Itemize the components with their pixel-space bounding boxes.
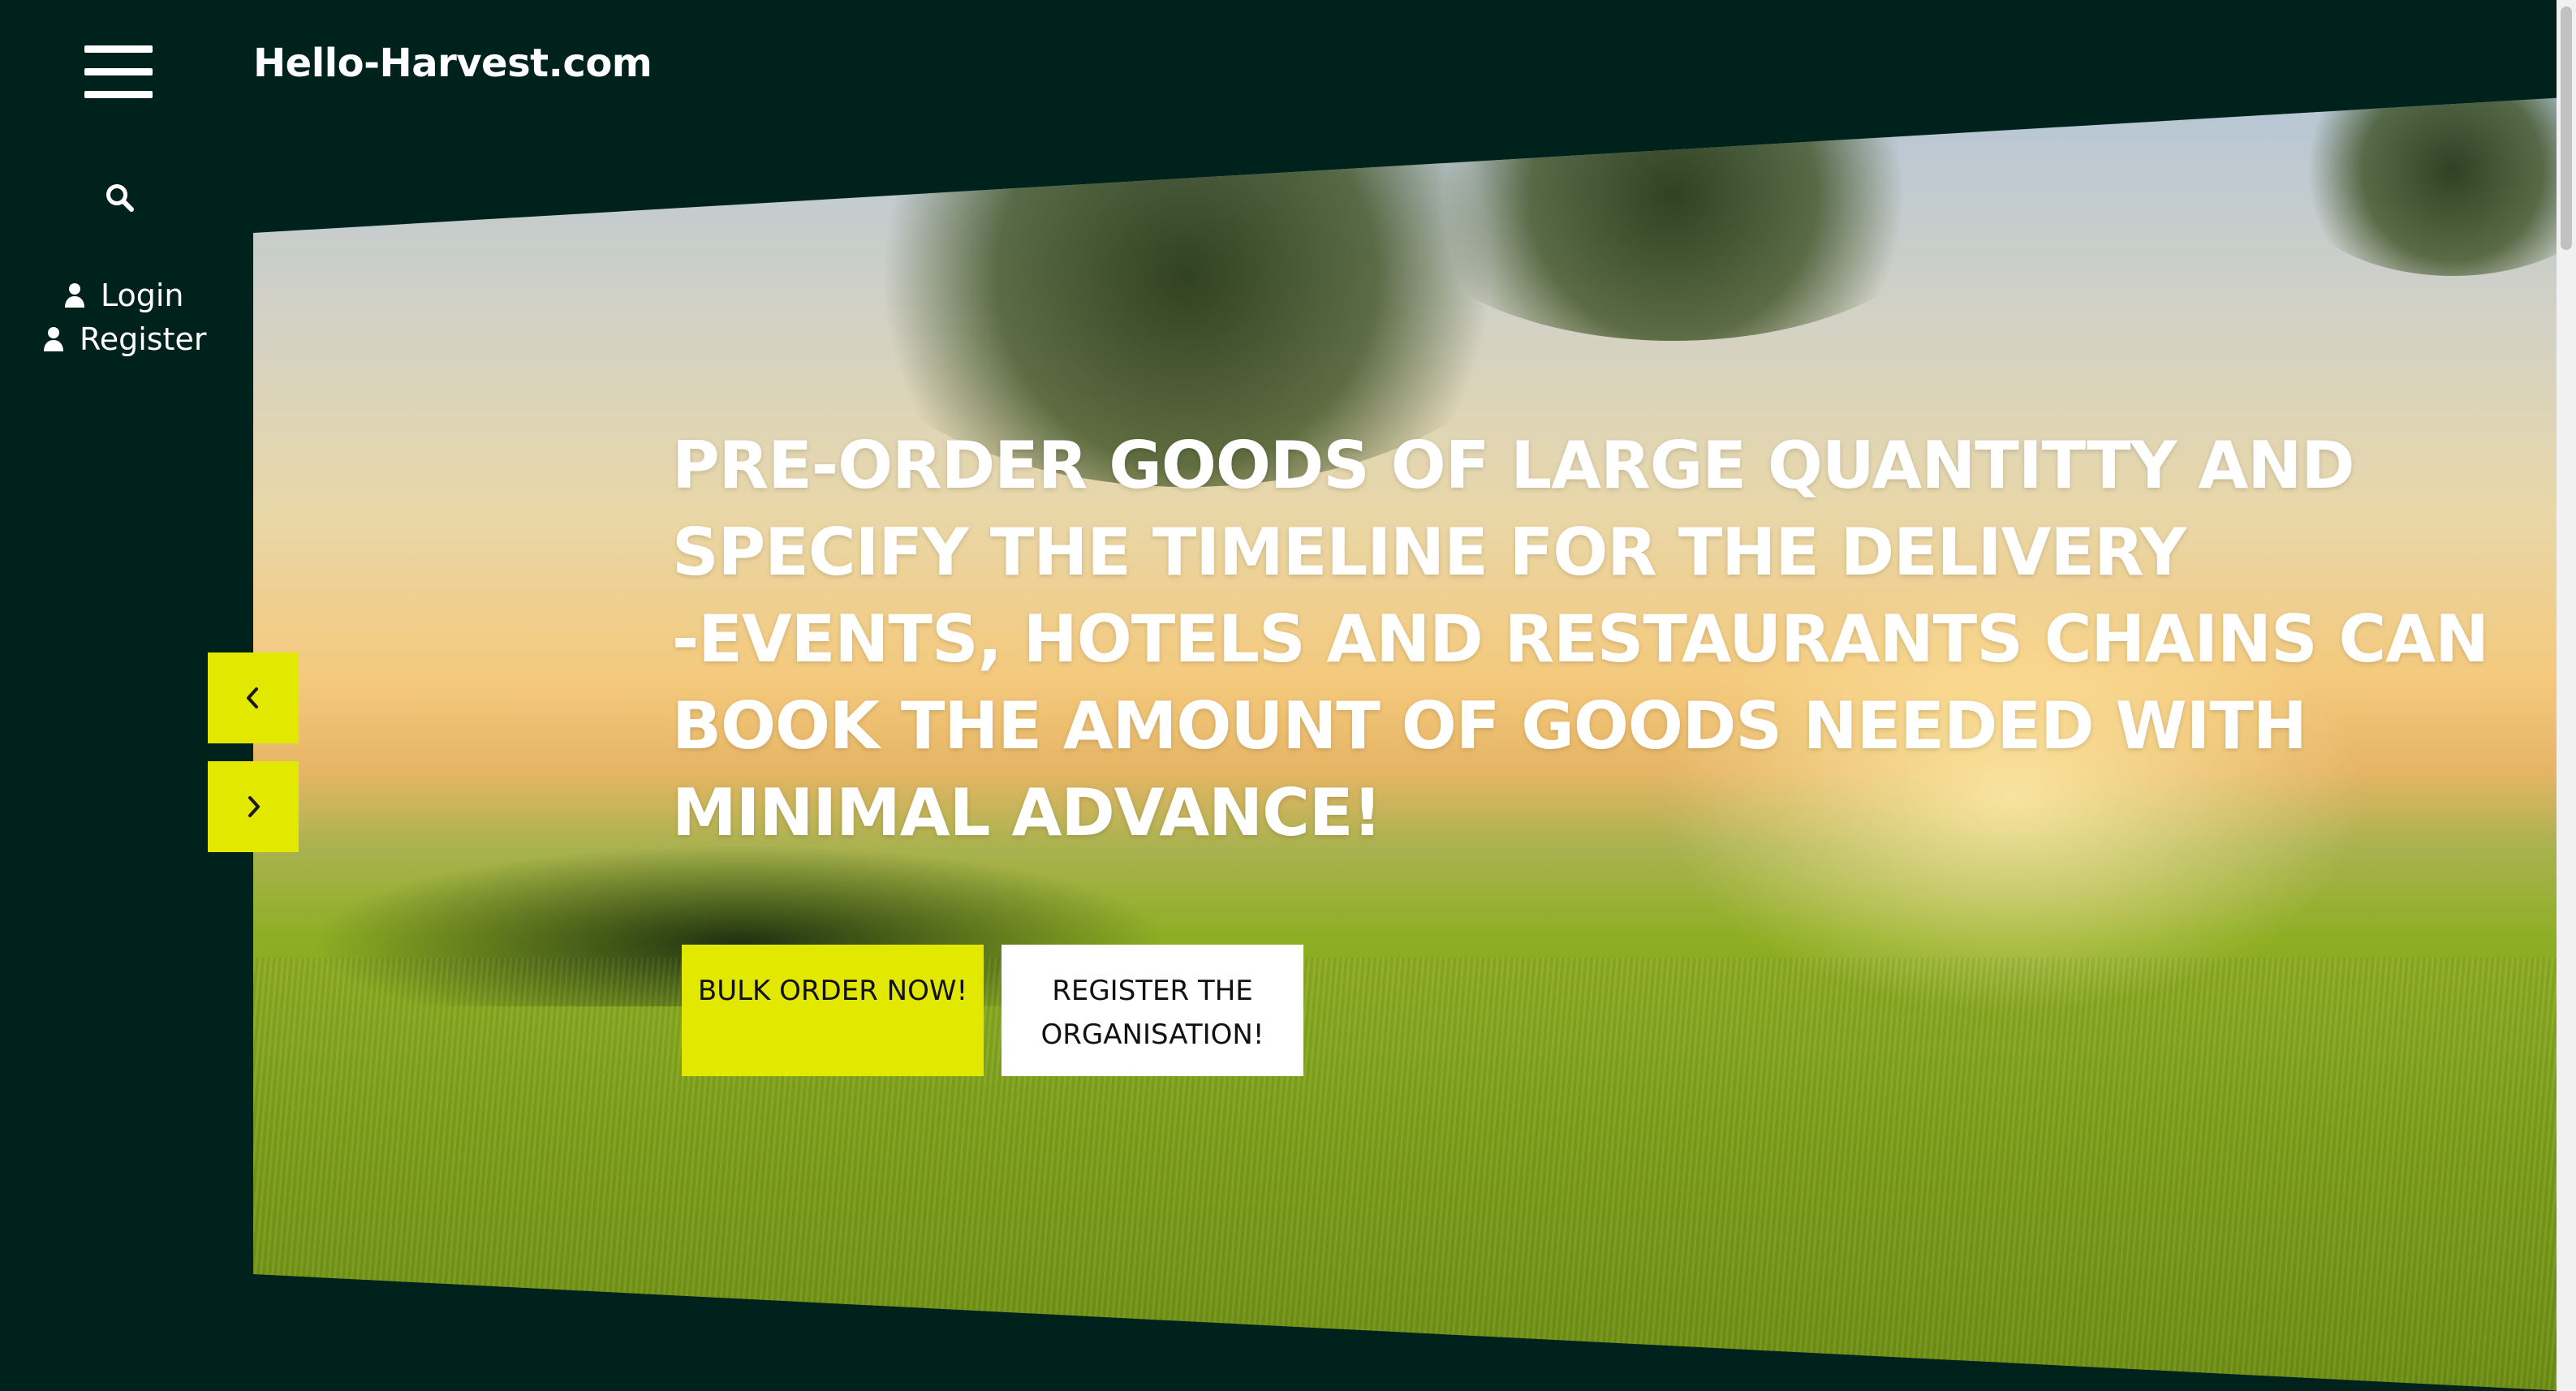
slider-next-button[interactable] <box>208 761 299 852</box>
user-icon <box>65 283 84 308</box>
headline-line: BOOK THE AMOUNT OF GOODS NEEDED WITH <box>672 688 2307 764</box>
scrollbar-thumb[interactable] <box>2561 6 2572 250</box>
page: Hello-Harvest.com Login Register PRE-ORD… <box>0 0 2576 1391</box>
field-image <box>253 958 2566 1391</box>
bulk-order-button[interactable]: BULK ORDER NOW! <box>682 945 984 1076</box>
register-label: Register <box>80 321 207 357</box>
tree-crown-image <box>2282 97 2566 276</box>
user-icon <box>44 327 63 351</box>
chevron-right-icon <box>248 796 260 817</box>
site-logo[interactable]: Hello-Harvest.com <box>253 41 653 86</box>
headline-line: SPECIFY THE TIMELINE FOR THE DELIVERY <box>672 515 2186 590</box>
login-label: Login <box>101 278 184 313</box>
login-link[interactable]: Login <box>63 278 184 313</box>
headline-line: MINIMAL ADVANCE! <box>672 775 1382 851</box>
hero-headline: PRE-ORDER GOODS OF LARGE QUANTITTY AND S… <box>672 422 2489 856</box>
register-link[interactable]: Register <box>42 321 206 357</box>
search-icon[interactable] <box>104 182 136 214</box>
headline-line: PRE-ORDER GOODS OF LARGE QUANTITTY AND <box>672 428 2355 503</box>
chevron-left-icon <box>247 687 258 708</box>
headline-line: -EVENTS, HOTELS AND RESTAURANTS CHAINS C… <box>672 601 2489 677</box>
hamburger-menu-icon[interactable] <box>84 45 153 99</box>
tree-crown-image <box>1389 97 1958 341</box>
slider-prev-button[interactable] <box>208 652 299 743</box>
register-organisation-button[interactable]: REGISTER THE ORGANISATION! <box>1002 945 1303 1076</box>
vertical-scrollbar[interactable] <box>2557 0 2576 1391</box>
